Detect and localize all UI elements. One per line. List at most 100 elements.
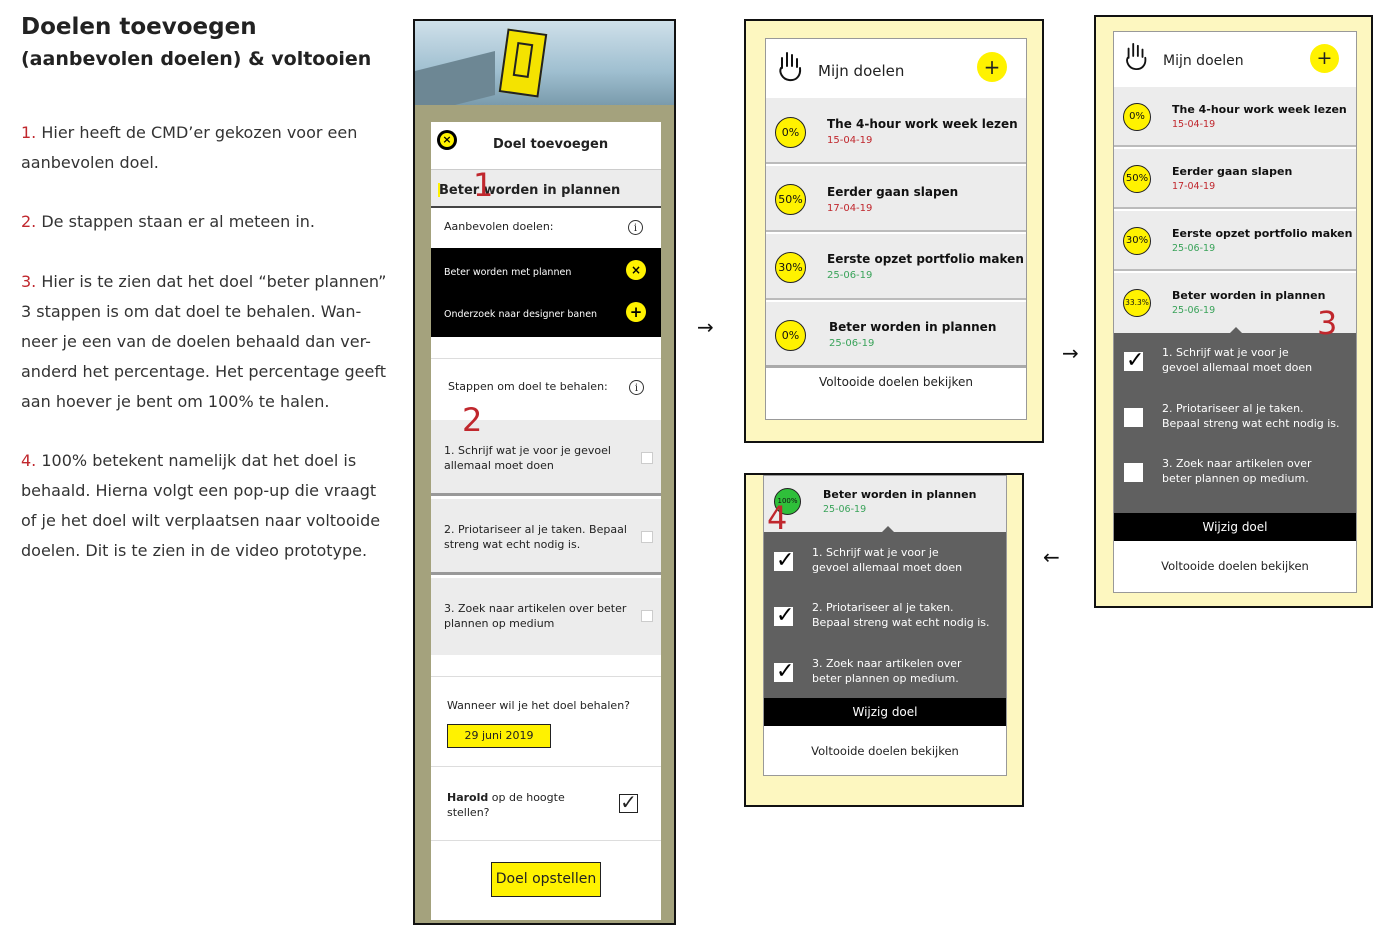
recommended-header: Aanbevolen doelen: i — [431, 208, 661, 248]
step-checkbox[interactable] — [1124, 463, 1143, 482]
paragraph-line: Hier heeft de CMD’er gekozen voor een — [41, 123, 358, 142]
goal-progress: 0% — [1123, 103, 1151, 131]
paragraph-3: 3. Hier is te zien dat het doel “beter p… — [21, 267, 396, 417]
paragraph-number: 1. — [21, 123, 37, 142]
add-goal-title: Doel toevoegen — [493, 137, 609, 152]
goal-date: 17-04-19 — [827, 203, 873, 214]
step-text: 2. Priotariseer al je taken. Bepaal stren… — [1162, 402, 1340, 430]
paragraph-line: 3 stappen is om dat doel te behalen. Wan… — [21, 302, 362, 321]
paragraph-line: of je het doel wilt verplaatsen naar vol… — [21, 511, 381, 530]
step-text: 1. Schrijf wat je voor je gevoel allemaal… — [812, 546, 963, 574]
goal-progress: 0% — [775, 117, 806, 148]
paragraph-line: doelen. Dit is te zien in de video proto… — [21, 541, 368, 560]
page-title: Doelen toevoegen — [21, 14, 257, 40]
phone-add-goal: × Doel toevoegen Beter worden in plannen… — [413, 19, 676, 925]
goal-date: 17-04-19 — [1172, 181, 1216, 192]
spacer — [431, 337, 661, 359]
annotation-1: 1 — [473, 166, 494, 204]
goal-date: 25-06-19 — [829, 338, 875, 349]
goal-row[interactable]: 0% The 4-hour work week lezen 15-04-19 — [766, 98, 1026, 164]
notify-harold-label: Harold op de hoogte stellen? — [447, 791, 565, 819]
add-goal-header: × Doel toevoegen — [431, 122, 661, 170]
goal-progress: 0% — [775, 320, 806, 351]
goal-date: 15-04-19 — [1172, 119, 1216, 130]
goal-name-field[interactable]: Beter worden in plannen — [431, 170, 661, 208]
goal-name-value: Beter worden in plannen — [439, 183, 621, 198]
completed-goals-link[interactable]: Voltooide doelen bekijken — [764, 744, 1006, 758]
deadline-date-picker[interactable]: 29 juni 2019 — [447, 724, 551, 748]
paragraph-line: neer je een van de doelen behaald dan ve… — [21, 332, 371, 351]
add-goal-button[interactable]: + — [1310, 44, 1339, 73]
goal-row-completed[interactable]: 100% Beter worden in plannen 25-06-19 — [764, 476, 1006, 532]
goal-row[interactable]: 0% Beter worden in plannen 25-06-19 — [766, 302, 1026, 368]
step-text: 3. Zoek naar artikelen over beter plannen… — [812, 657, 962, 685]
deadline-question: Wanneer wil je het doel behalen? — [447, 699, 631, 712]
add-recommended-button[interactable]: + — [626, 302, 646, 322]
goal-completed-card: 100% Beter worden in plannen 25-06-19 ✓ … — [763, 475, 1007, 776]
annotation-3: 3 — [1317, 304, 1338, 342]
notify-harold-checkbox[interactable]: ✓ — [619, 792, 638, 813]
goal-row[interactable]: 30% Eerste opzet portfolio maken 25-06-1… — [1114, 211, 1356, 271]
annotation-2: 2 — [462, 401, 483, 439]
info-icon[interactable]: i — [629, 380, 644, 395]
hand-icon — [779, 52, 802, 82]
step-text: 2. Priotariseer al je taken. Bepaal stren… — [444, 523, 627, 551]
step-checkbox-checked[interactable]: ✓ — [774, 661, 794, 683]
goal-date: 25-06-19 — [823, 504, 867, 515]
step-checkbox-checked[interactable]: ✓ — [774, 550, 794, 572]
my-goals-header: Mijn doelen + — [1114, 32, 1356, 87]
goal-date: 25-06-19 — [827, 270, 873, 281]
paragraph-4: 4. 100% betekent namelijk dat het doel i… — [21, 446, 396, 566]
close-button[interactable]: × — [437, 130, 457, 150]
goal-progress: 30% — [1123, 227, 1151, 255]
hand-icon — [1126, 42, 1147, 71]
spacer — [431, 655, 661, 677]
paragraph-number: 2. — [21, 212, 37, 231]
paragraph-line: behaald. Hierna volgt een pop-up die vra… — [21, 481, 377, 500]
arrow-left: ← — [1043, 545, 1060, 569]
recommended-item-label: Onderzoek naar designer banen — [444, 309, 598, 320]
step-checkbox[interactable] — [641, 610, 653, 622]
goal-row[interactable]: 0% The 4-hour work week lezen 15-04-19 — [1114, 87, 1356, 147]
step-checkbox-checked[interactable]: ✓ — [774, 605, 794, 627]
goal-row[interactable]: 30% Eerste opzet portfolio maken 25-06-1… — [766, 234, 1026, 300]
recommended-label: Aanbevolen doelen: — [444, 220, 554, 233]
step-checkbox[interactable] — [641, 452, 653, 464]
step-checkbox-checked[interactable]: ✓ — [1124, 350, 1144, 372]
my-goals-header: Mijn doelen + — [766, 39, 1026, 98]
paragraph-number: 3. — [21, 272, 37, 291]
goal-progress: 33.3% — [1123, 289, 1151, 317]
paragraph-line: anderd het percentage. Het percentage ge… — [21, 362, 386, 381]
info-icon[interactable]: i — [628, 220, 643, 235]
notify-harold-row: Harold op de hoogte stellen? ✓ — [431, 767, 661, 841]
step-row[interactable]: 3. Zoek naar artikelen over beter plannen… — [431, 578, 661, 655]
goal-row[interactable]: 50% Eerder gaan slapen 17-04-19 — [766, 166, 1026, 232]
goal-title: The 4-hour work week lezen — [1172, 103, 1347, 116]
step-checkbox[interactable] — [641, 531, 653, 543]
step-checkbox[interactable] — [1124, 408, 1143, 427]
goal-progress: 50% — [775, 184, 806, 215]
completed-goals-link[interactable]: Voltooide doelen bekijken — [766, 375, 1026, 389]
submit-goal-button[interactable]: Doel opstellen — [491, 862, 601, 897]
edit-goal-button[interactable]: Wijzig doel — [764, 698, 1006, 726]
recommended-item-label: Beter worden met plannen — [444, 267, 572, 278]
edit-goal-button[interactable]: Wijzig doel — [1114, 513, 1356, 541]
step-text: 1. Schrijf wat je voor je gevoel allemaal… — [1162, 346, 1313, 374]
goal-row[interactable]: 50% Eerder gaan slapen 17-04-19 — [1114, 149, 1356, 209]
photo-railing — [415, 51, 495, 105]
deadline-section: Wanneer wil je het doel behalen? 29 juni… — [431, 677, 661, 767]
arrow-right: → — [1062, 341, 1079, 365]
goal-title: Eerder gaan slapen — [1172, 165, 1293, 178]
step-text: 1. Schrijf wat je voor je gevoel allemaal… — [444, 444, 611, 472]
paragraph-number: 4. — [21, 451, 37, 470]
goal-progress: 50% — [1123, 165, 1151, 193]
remove-recommended-button[interactable]: × — [626, 260, 646, 280]
step-row[interactable]: 2. Priotariseer al je taken. Bepaal stren… — [431, 499, 661, 575]
my-goals-title: Mijn doelen — [818, 62, 905, 80]
step-text: 3. Zoek naar artikelen over beter plannen… — [1162, 457, 1312, 485]
completed-goals-link[interactable]: Voltooide doelen bekijken — [1114, 559, 1356, 573]
add-goal-button[interactable]: + — [977, 52, 1007, 82]
arrow-right: → — [697, 315, 714, 339]
paragraph-1: 1. Hier heeft de CMD’er gekozen voor een… — [21, 118, 396, 178]
step-text: 2. Priotariseer al je taken. Bepaal stren… — [812, 601, 990, 629]
